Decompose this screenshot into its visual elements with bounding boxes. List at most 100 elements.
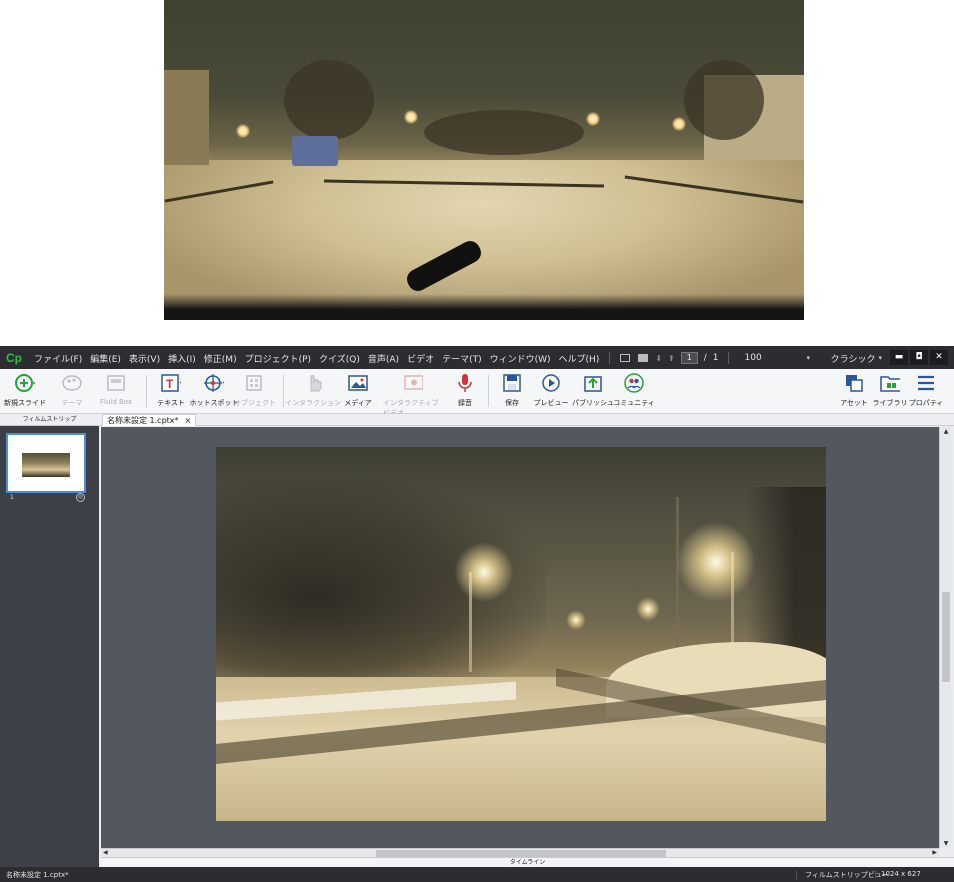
interactive-video-icon	[403, 373, 423, 393]
slide-street-light	[454, 542, 514, 602]
document-tab-label: 名称未設定 1.cptx*	[107, 416, 179, 425]
fluidbox-label: Fluid Box	[99, 398, 133, 406]
menu-modify[interactable]: 修正(M)	[200, 352, 241, 365]
pano-building-left	[164, 70, 209, 165]
scroll-right-icon[interactable]: ▶	[932, 849, 937, 857]
menu-edit[interactable]: 編集(E)	[86, 352, 125, 365]
scroll-up-icon[interactable]: ▲	[940, 428, 952, 435]
crosshair-icon	[204, 373, 224, 393]
slide-street-light	[636, 597, 660, 621]
horizontal-scroll-thumb[interactable]	[376, 850, 666, 857]
vertical-scrollbar[interactable]: ▲ ▼	[939, 427, 951, 848]
svg-text:T: T	[166, 377, 174, 391]
close-button[interactable]: ✕	[930, 350, 948, 365]
objects-button[interactable]: オブジェクト	[225, 373, 285, 408]
slide-street-light	[566, 610, 586, 630]
filmstrip-header: フィルムストリップ	[0, 414, 99, 426]
text-icon: T	[161, 373, 181, 393]
slide-view-icon[interactable]	[620, 354, 631, 362]
screen: Cp ファイル(F) 編集(E) 表示(V) 挿入(I) 修正(M) プロジェク…	[0, 0, 954, 882]
scroll-left-icon[interactable]: ◀	[103, 849, 108, 857]
text-label: テキスト	[157, 399, 185, 407]
menu-insert[interactable]: 挿入(I)	[164, 352, 200, 365]
menu-theme[interactable]: テーマ(T)	[438, 352, 486, 365]
window-controls: ▬ ◘ ✕	[890, 350, 948, 365]
minimize-button[interactable]: ▬	[890, 350, 908, 365]
pano-tree	[284, 60, 374, 140]
interactive-video-button[interactable]: インタラクティブビデオ	[383, 373, 443, 418]
properties-button[interactable]: プロパティ	[896, 373, 954, 408]
restore-button[interactable]: ◘	[910, 350, 928, 365]
community-button[interactable]: コミュニティ	[604, 373, 664, 408]
status-bar: 名称未設定 1.cptx* フィルムストリップビュー 1024 x 627	[0, 867, 954, 882]
community-label: コミュニティ	[613, 399, 655, 407]
workspace-switcher[interactable]: クラシック ▾	[831, 347, 882, 369]
vertical-scroll-thumb[interactable]	[942, 592, 950, 682]
image-icon	[348, 373, 368, 393]
menu-view[interactable]: 表示(V)	[125, 352, 164, 365]
arrow-up-icon[interactable]: ⬆	[668, 354, 675, 363]
microphone-icon	[455, 373, 475, 393]
slide-number: 1	[10, 494, 14, 501]
page-total: 1	[712, 353, 719, 363]
status-slide-size: 1024 x 627	[875, 870, 921, 878]
hamburger-icon	[916, 373, 936, 393]
publish-icon	[583, 373, 603, 393]
menu-video[interactable]: ビデオ	[403, 352, 438, 365]
menu-separator	[609, 352, 611, 364]
main-toolbar: 新規スライド テーマ Fluid Box T テキスト ホットスポット オブジェ…	[0, 369, 954, 417]
new-slide-label: 新規スライド	[4, 399, 46, 407]
media-label: メディア	[344, 399, 372, 407]
objects-icon	[245, 373, 265, 393]
chevron-down-icon: ▾	[878, 354, 882, 362]
captivate-window: Cp ファイル(F) 編集(E) 表示(V) 挿入(I) 修正(M) プロジェク…	[0, 346, 954, 882]
pano-tree	[684, 60, 764, 140]
page-current-input[interactable]: 1	[680, 352, 698, 364]
message-icon[interactable]	[638, 354, 649, 362]
floppy-disk-icon	[502, 373, 522, 393]
document-tab[interactable]: 名称未設定 1.cptx* ×	[102, 414, 197, 426]
pano-lamp	[236, 124, 250, 138]
properties-label: プロパティ	[908, 399, 944, 407]
menu-quiz[interactable]: クイズ(Q)	[315, 352, 364, 365]
menu-file[interactable]: ファイル(F)	[30, 352, 86, 365]
themes-label: テーマ	[61, 399, 83, 407]
pano-lamp	[404, 110, 418, 124]
community-icon	[624, 373, 644, 393]
menu-bar: Cp ファイル(F) 編集(E) 表示(V) 挿入(I) 修正(M) プロジェク…	[0, 347, 954, 369]
page-separator: /	[703, 353, 707, 363]
slide-street-light	[676, 522, 756, 602]
fluidbox-button[interactable]: Fluid Box	[86, 373, 146, 406]
close-tab-icon[interactable]: ×	[185, 415, 192, 426]
slide-duration-icon: ◎	[76, 493, 85, 502]
hand-pointer-icon	[303, 373, 323, 393]
arrow-down-icon[interactable]: ⬇	[655, 354, 662, 363]
scroll-down-icon[interactable]: ▼	[940, 840, 952, 847]
document-tab-bar: 名称未設定 1.cptx* ×	[99, 414, 954, 426]
menu-window[interactable]: ウィンドウ(W)	[486, 352, 555, 365]
zoom-dropdown-icon[interactable]: ▾	[807, 354, 811, 362]
filmstrip-panel: フィルムストリップ 1 ◎	[0, 414, 99, 867]
slide-thumbnail-image	[22, 453, 70, 477]
zoom-select[interactable]: 100	[745, 353, 805, 363]
media-button[interactable]: メディア	[328, 373, 388, 408]
palette-icon	[62, 373, 82, 393]
fluid-box-icon	[106, 373, 126, 393]
status-filename: 名称未設定 1.cptx*	[6, 871, 69, 879]
play-circle-icon	[541, 373, 561, 393]
menu-project[interactable]: プロジェクト(P)	[241, 352, 315, 365]
menu-audio[interactable]: 音声(A)	[364, 352, 403, 365]
slide-thumbnail[interactable]	[6, 433, 86, 493]
slide-stage	[101, 427, 939, 848]
slide-canvas[interactable]	[216, 447, 826, 821]
record-audio-label: 録音	[458, 399, 472, 407]
horizontal-scrollbar[interactable]: ◀ ▶	[101, 848, 939, 857]
save-label: 保存	[505, 399, 519, 407]
workspace-label: クラシック	[830, 354, 876, 365]
add-slide-icon	[15, 373, 35, 393]
timeline-toggle[interactable]: タイムライン	[101, 857, 954, 867]
pano-lamp	[586, 112, 600, 126]
menu-separator	[727, 352, 729, 364]
pano-bottom-edge	[164, 294, 804, 320]
menu-help[interactable]: ヘルプ(H)	[555, 352, 604, 365]
